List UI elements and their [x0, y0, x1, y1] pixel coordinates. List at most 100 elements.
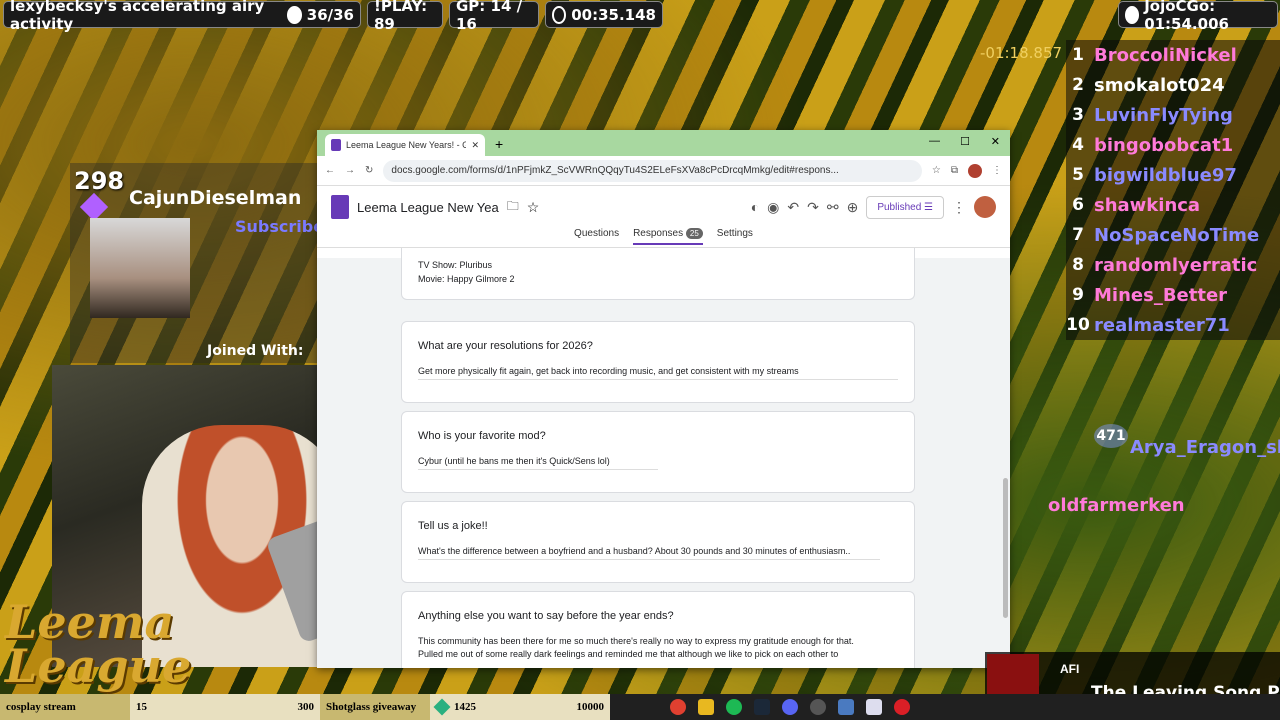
answer-text: What's the difference between a boyfrien…	[418, 546, 880, 560]
ticker-points: 300	[260, 694, 320, 720]
ticker-goal: 10000	[510, 694, 610, 720]
tab-questions[interactable]: Questions	[574, 228, 619, 239]
forward-icon[interactable]: →	[345, 165, 355, 176]
player-name: Mines_Better	[1094, 284, 1228, 306]
answer-text: Get more physically fit again, get back …	[418, 366, 898, 380]
creative-cloud-icon[interactable]	[894, 699, 910, 715]
leaderboard-row: 8 randomlyerratic	[1066, 250, 1280, 280]
answer-line: Movie: Happy Gilmore 2	[418, 274, 515, 284]
star-icon[interactable]: ☆	[932, 165, 941, 176]
leema-league-logo: Leema League	[5, 595, 192, 693]
forms-header: Leema League New Yea 🗀 ☆ ◐ ◉ ↶ ↷ ⚯ ⊕ Pub…	[317, 186, 1010, 228]
activity-count: 36/36	[306, 5, 354, 24]
undo-icon[interactable]: ↶	[787, 199, 799, 216]
rank-number: 9	[1072, 285, 1084, 305]
ticker-count: 15	[130, 694, 260, 720]
chat-user-2: oldfarmerken	[1048, 495, 1185, 516]
rank-number: 4	[1072, 135, 1084, 155]
profile-avatar[interactable]	[968, 163, 982, 178]
player-name: smokalot024	[1094, 74, 1225, 96]
player-name: randomlyerratic	[1094, 254, 1258, 276]
leaderboard-row: 7 NoSpaceNoTime	[1066, 220, 1280, 250]
viewer-webcam	[90, 218, 190, 318]
responses-count-badge: 25	[685, 228, 703, 239]
menu-icon[interactable]: ⋮	[992, 165, 1002, 176]
viewer-name: CajunDieselman	[129, 187, 302, 209]
answer-line: TV Show: Pluribus	[418, 260, 493, 270]
chat-level-badge: 471	[1094, 424, 1128, 448]
account-avatar[interactable]	[974, 196, 996, 218]
viewer-count: 298	[74, 167, 125, 195]
tab-responses[interactable]: Responses 25	[633, 228, 703, 245]
leaderboard-row: 3 LuvinFlyTying	[1066, 100, 1280, 130]
player-name: NoSpaceNoTime	[1094, 224, 1260, 246]
app-icon[interactable]	[866, 699, 882, 715]
logo-line-1: Leema	[5, 595, 175, 649]
forms-logo-icon	[331, 195, 349, 219]
tab-close-icon[interactable]: ✕	[471, 140, 479, 151]
play-counter: !PLAY: 89	[367, 0, 443, 33]
activity-hud: lexybecksy's accelerating airy activity …	[3, 0, 361, 33]
gem-icon	[79, 192, 109, 222]
back-icon[interactable]: ←	[325, 165, 335, 176]
spotify-icon[interactable]	[726, 699, 742, 715]
player-name: LuvinFlyTying	[1094, 104, 1233, 126]
reload-icon[interactable]: ↻	[365, 165, 373, 176]
rank-number: 7	[1072, 225, 1084, 245]
rank-number: 5	[1072, 165, 1084, 185]
link-icon[interactable]: ⚯	[827, 199, 839, 216]
extensions-icon[interactable]: ⧉	[951, 165, 958, 176]
time-delta: -01:18.857	[980, 44, 1063, 62]
form-title[interactable]: Leema League New Yea	[357, 200, 499, 215]
leaderboard-row: 5 bigwildblue97	[1066, 160, 1280, 190]
ticker-number: 10000	[576, 701, 605, 713]
more-icon[interactable]: ⋮	[952, 199, 966, 216]
steam-icon[interactable]	[754, 699, 770, 715]
minimize-icon[interactable]: —	[929, 135, 940, 147]
palette-icon[interactable]: ◐	[751, 199, 759, 215]
close-window-icon[interactable]: ✕	[991, 135, 1000, 148]
logo-line-2: League	[5, 639, 192, 693]
rank-number: 2	[1072, 75, 1084, 95]
file-explorer-icon[interactable]	[698, 699, 714, 715]
add-collaborator-icon[interactable]: ⊕	[847, 199, 859, 216]
answer-text: Pulled me out of some really dark feelin…	[418, 649, 839, 659]
rank-number: 8	[1072, 255, 1084, 275]
question-text: What are your resolutions for 2026?	[418, 340, 593, 352]
rank-number: 6	[1072, 195, 1084, 215]
published-button[interactable]: Published ☰	[866, 195, 944, 219]
question-card: What are your resolutions for 2026? Get …	[401, 321, 915, 403]
play-label: !PLAY: 89	[374, 0, 428, 33]
gem-icon	[433, 698, 451, 716]
discord-icon[interactable]	[782, 699, 798, 715]
responses-content[interactable]: TV Show: Pluribus Movie: Happy Gilmore 2…	[317, 248, 1010, 668]
chrome-icon[interactable]	[670, 699, 686, 715]
leaderboard-row: 9 Mines_Better	[1066, 280, 1280, 310]
activity-label: lexybecksy's accelerating airy activity	[10, 0, 265, 33]
url-field[interactable]: docs.google.com/forms/d/1nPFjmkZ_ScVWRnQ…	[383, 159, 922, 182]
best-time-box: JojoCGo: 01:54.006	[1118, 0, 1278, 33]
folder-icon[interactable]: 🗀	[507, 197, 519, 218]
globe-icon	[1125, 5, 1140, 24]
preview-icon[interactable]: ◉	[767, 199, 779, 216]
chat-user-1: Arya_Eragon_sky	[1130, 437, 1280, 458]
browser-tab[interactable]: Leema League New Years! - Go ✕	[325, 134, 485, 156]
scrollbar[interactable]	[1003, 478, 1008, 618]
question-card: Tell us a joke!! What's the difference b…	[401, 501, 915, 583]
forms-favicon	[331, 139, 341, 151]
answer-text: Cybur (until he bans me then it's Quick/…	[418, 456, 658, 470]
maximize-icon[interactable]: ☐	[960, 135, 970, 148]
question-card: Who is your favorite mod? Cybur (until h…	[401, 411, 915, 493]
redo-icon[interactable]: ↷	[807, 199, 819, 216]
player-name: shawkinca	[1094, 194, 1201, 216]
star-outline-icon[interactable]: ☆	[527, 199, 540, 216]
player-name: BroccoliNickel	[1094, 44, 1237, 66]
new-tab-icon[interactable]: +	[495, 136, 503, 152]
question-text: Anything else you want to say before the…	[418, 610, 674, 622]
app-icon[interactable]	[838, 699, 854, 715]
obs-icon[interactable]	[810, 699, 826, 715]
tune-icon: ☰	[924, 201, 933, 213]
tab-settings[interactable]: Settings	[717, 228, 753, 239]
tab-bar: Leema League New Years! - Go ✕ + — ☐ ✕	[317, 130, 1010, 156]
gp-counter: GP: 14 / 16	[449, 0, 539, 33]
